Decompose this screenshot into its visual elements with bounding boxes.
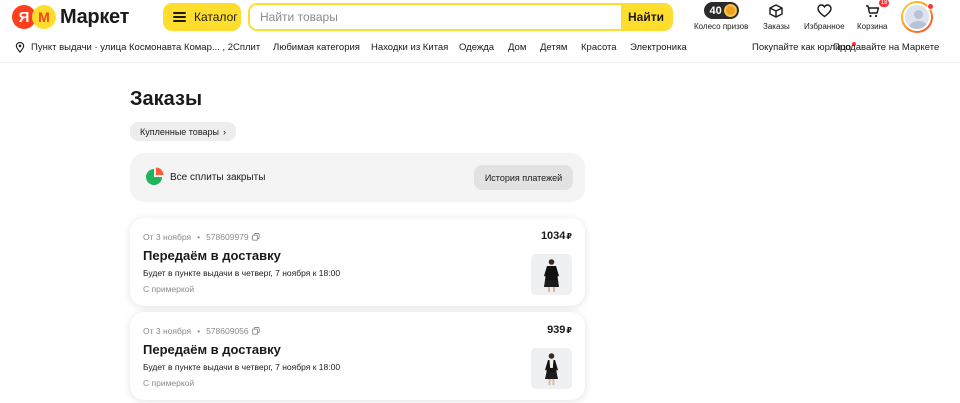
order-price-currency: ₽ bbox=[566, 232, 572, 241]
nav-link-beauty[interactable]: Красота bbox=[581, 42, 617, 53]
order-status: Передаём в доставку bbox=[143, 342, 281, 357]
order-price-value: 1034 bbox=[540, 230, 566, 242]
orders-label: Заказы bbox=[763, 22, 790, 31]
nav-link-china-finds[interactable]: Находки из Китая bbox=[371, 42, 448, 53]
dress-product-image bbox=[545, 353, 558, 385]
nav-link-home[interactable]: Дом bbox=[508, 42, 526, 53]
market-logo[interactable]: Я М Маркет bbox=[12, 5, 129, 29]
nav-link-electronics[interactable]: Электроника bbox=[630, 42, 687, 53]
order-price-currency: ₽ bbox=[566, 326, 572, 335]
meta-separator: • bbox=[197, 232, 201, 242]
dress-product-image bbox=[544, 259, 559, 292]
purchased-items-label: Купленные товары bbox=[140, 126, 219, 137]
product-thumbnail[interactable] bbox=[531, 254, 572, 295]
payment-history-button[interactable]: История платежей bbox=[474, 165, 573, 190]
favorites-label: Избранное bbox=[804, 22, 845, 31]
search-input[interactable] bbox=[250, 5, 621, 29]
cart-count-badge: 18 bbox=[878, 0, 890, 7]
order-fitting-option: С примеркой bbox=[143, 378, 195, 388]
order-delivery-info: Будет в пункте выдачи в четверг, 7 ноябр… bbox=[143, 362, 341, 372]
order-price-value: 939 bbox=[547, 324, 566, 336]
orders-button[interactable]: Заказы bbox=[763, 2, 790, 31]
copy-icon[interactable] bbox=[251, 327, 260, 335]
coin-icon bbox=[723, 4, 737, 17]
prize-wheel-count: 40 bbox=[709, 4, 722, 17]
splits-card: Все сплиты закрыты История платежей bbox=[130, 153, 585, 202]
notification-dot bbox=[927, 3, 934, 10]
page-title: Заказы bbox=[130, 88, 203, 110]
header-divider bbox=[0, 62, 960, 63]
cart-icon: 18 bbox=[865, 0, 890, 19]
search-bar: Найти bbox=[248, 3, 673, 31]
cart-label: Корзина bbox=[857, 22, 888, 31]
meta-separator: • bbox=[197, 326, 201, 336]
nav-link-sell[interactable]: Продавайте на Маркете bbox=[833, 42, 939, 53]
nav-link-split[interactable]: Сплит bbox=[233, 42, 260, 53]
chevron-right-icon: › bbox=[222, 126, 226, 137]
nav-link-clothing[interactable]: Одежда bbox=[459, 42, 494, 53]
catalog-button[interactable]: Каталог bbox=[163, 3, 241, 31]
cart-button[interactable]: 18 Корзина bbox=[857, 0, 890, 31]
catalog-button-label: Каталог bbox=[194, 10, 238, 24]
prize-wheel-badge: 40 bbox=[703, 2, 739, 19]
purchased-items-chip[interactable]: Купленные товары › bbox=[130, 122, 236, 141]
logo-text: Маркет bbox=[60, 5, 130, 28]
header: Я М Маркет Каталог Найти 40 Колесо призо… bbox=[0, 0, 960, 34]
order-number: 578609979 bbox=[206, 232, 249, 242]
order-price: 939₽ bbox=[547, 324, 572, 336]
order-fitting-option: С примеркой bbox=[143, 284, 195, 294]
copy-icon[interactable] bbox=[251, 233, 260, 241]
pickup-point-selector[interactable]: Пункт выдачи · улица Космонавта Комар...… bbox=[31, 42, 233, 53]
heart-icon bbox=[817, 2, 832, 19]
order-card[interactable]: От 3 ноября • 578609056 939₽ Передаём в … bbox=[130, 312, 585, 400]
location-pin-icon bbox=[15, 42, 25, 53]
product-thumbnail[interactable] bbox=[531, 348, 572, 389]
order-number: 578609056 bbox=[206, 326, 249, 336]
nav-link-kids[interactable]: Детям bbox=[540, 42, 567, 53]
box-icon bbox=[769, 2, 784, 19]
order-date: От 3 ноября bbox=[143, 232, 192, 242]
order-date: От 3 ноября bbox=[143, 326, 192, 336]
nav-bar: Пункт выдачи · улица Космонавта Комар...… bbox=[0, 39, 960, 57]
menu-icon bbox=[173, 12, 186, 22]
order-delivery-info: Будет в пункте выдачи в четверг, 7 ноябр… bbox=[143, 268, 341, 278]
search-button[interactable]: Найти bbox=[621, 5, 671, 29]
order-meta: От 3 ноября • 578609056 bbox=[143, 326, 260, 336]
order-meta: От 3 ноября • 578609979 bbox=[143, 232, 260, 242]
favorites-button[interactable]: Избранное bbox=[804, 2, 845, 31]
splits-status-text: Все сплиты закрыты bbox=[170, 172, 266, 183]
order-status: Передаём в доставку bbox=[143, 248, 281, 263]
order-card[interactable]: От 3 ноября • 578609979 1034₽ Передаём в… bbox=[130, 218, 585, 306]
user-avatar[interactable] bbox=[901, 1, 934, 33]
prize-wheel-label: Колесо призов bbox=[694, 22, 749, 31]
logo-m-glyph: М bbox=[32, 5, 56, 29]
order-price: 1034₽ bbox=[541, 230, 572, 242]
split-logo-icon bbox=[146, 167, 164, 185]
nav-link-favorite-category[interactable]: Любимая категория bbox=[273, 42, 360, 53]
prize-wheel-button[interactable]: 40 Колесо призов bbox=[694, 2, 748, 31]
